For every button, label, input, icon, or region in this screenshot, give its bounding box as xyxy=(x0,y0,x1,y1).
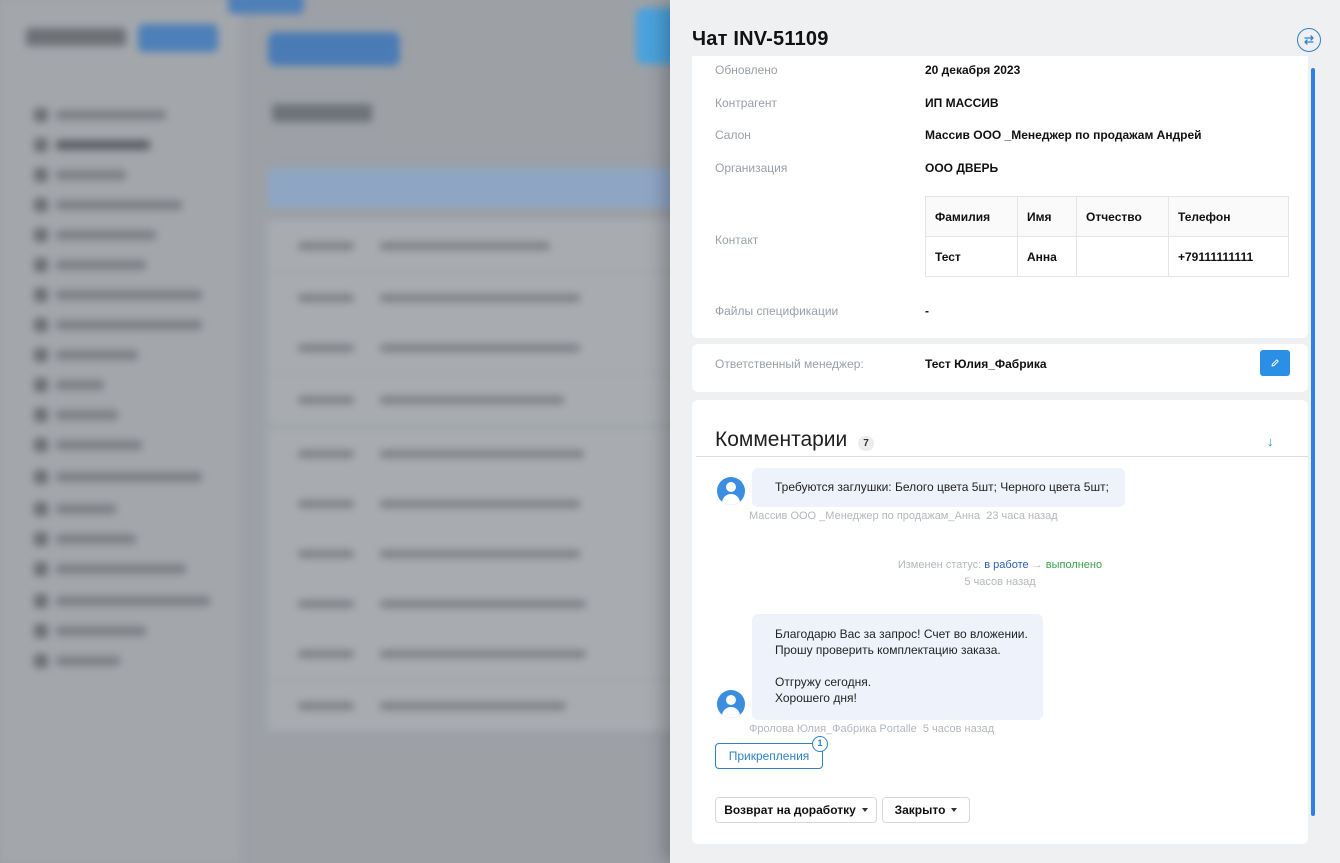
comment-time: 23 часа назад xyxy=(986,510,1058,522)
column-header: Фамилия xyxy=(925,196,1018,237)
return-for-revision-dropdown[interactable]: Возврат на доработку xyxy=(715,797,877,823)
scrollbar[interactable] xyxy=(1311,68,1315,816)
drawer-title: Чат INV-51109 xyxy=(692,28,829,50)
comment-line: Благодарю Вас за запрос! Счет во вложени… xyxy=(775,627,1028,641)
order-info-card: Обновлено 20 декабря 2023 Контрагент ИП … xyxy=(692,56,1308,338)
swap-icon[interactable] xyxy=(1297,28,1321,52)
comment-meta: Массив ООО _Менеджер по продажам_Анна 23… xyxy=(749,510,1058,522)
comment-text: Требуются заглушки: Белого цвета 5шт; Че… xyxy=(775,480,1109,494)
status-change: Изменен статус: в работе → выполнено xyxy=(692,559,1308,571)
arrow-right-icon: → xyxy=(1031,559,1043,571)
counterparty-label: Контрагент xyxy=(715,96,778,110)
caret-down-icon xyxy=(951,808,958,812)
status-change-prefix: Изменен статус: xyxy=(897,559,982,571)
edit-manager-button[interactable] xyxy=(1260,350,1290,376)
contact-patronymic xyxy=(1076,236,1169,277)
avatar xyxy=(717,477,745,505)
pencil-icon xyxy=(1271,359,1279,367)
contact-table: Фамилия Имя Отчество Телефон Тест Анна +… xyxy=(925,196,1289,277)
comment-line: Прошу проверить комплектацию заказа. xyxy=(775,643,1001,657)
column-header: Отчество xyxy=(1076,196,1169,237)
comment-bubble: Благодарю Вас за запрос! Счет во вложени… xyxy=(752,614,1043,720)
comments-card: Комментарии 7 ↓ Требуются заглушки: Бело… xyxy=(692,400,1308,844)
comment-time: 5 часов назад xyxy=(922,723,995,735)
manager-card: Ответственный менеджер: Тест Юлия_Фабрик… xyxy=(692,344,1308,392)
spec-files-value: - xyxy=(925,304,929,318)
contact-first-name: Анна xyxy=(1017,236,1077,277)
comment-author: Массив ООО _Менеджер по продажам_Анна xyxy=(749,510,981,522)
background-sidebar xyxy=(0,0,240,863)
attachments-button[interactable]: Прикрепления xyxy=(715,743,823,769)
background-create-button xyxy=(268,32,400,66)
table-row: Тест Анна +79111111111 xyxy=(925,236,1289,277)
contact-phone: +79111111111 xyxy=(1168,236,1289,277)
background-app-blurred xyxy=(0,0,670,863)
contact-last-name: Тест xyxy=(925,236,1018,277)
divider xyxy=(696,456,1308,457)
chat-drawer: Чат INV-51109 Обновлено 20 декабря 2023 … xyxy=(670,0,1340,863)
manager-value: Тест Юлия_Фабрика xyxy=(925,357,1047,371)
updated-label: Обновлено xyxy=(715,63,778,77)
status-to: выполнено xyxy=(1045,559,1103,571)
comment-line: Отгружу сегодня. xyxy=(775,675,872,689)
contact-table-header: Фамилия Имя Отчество Телефон xyxy=(925,196,1289,237)
counterparty-value: ИП МАССИВ xyxy=(925,96,999,110)
organization-value: ООО ДВЕРЬ xyxy=(925,161,999,175)
comments-count-badge: 7 xyxy=(858,436,874,451)
column-header: Телефон xyxy=(1168,196,1289,237)
comment-author: Фролова Юлия_Фабрика Portalle xyxy=(749,723,917,735)
attachments-count-badge: 1 xyxy=(812,736,828,752)
status-from: в работе xyxy=(984,559,1029,571)
comment-line: Хорошего дня! xyxy=(775,691,857,705)
organization-label: Организация xyxy=(715,161,788,175)
comment-bubble: Требуются заглушки: Белого цвета 5шт; Че… xyxy=(752,468,1125,507)
salon-label: Салон xyxy=(715,128,751,142)
manager-label: Ответственный менеджер: xyxy=(715,357,864,371)
updated-value: 20 декабря 2023 xyxy=(925,63,1021,77)
contact-label: Контакт xyxy=(715,233,759,247)
comment-meta: Фролова Юлия_Фабрика Portalle 5 часов на… xyxy=(749,723,994,735)
return-for-revision-label: Возврат на доработку xyxy=(724,803,856,817)
column-header: Имя xyxy=(1017,196,1077,237)
comment-line-blank xyxy=(775,658,1043,674)
spec-files-label: Файлы спецификации xyxy=(715,304,839,318)
avatar xyxy=(717,690,745,718)
salon-value: Массив ООО _Менеджер по продажам Андрей xyxy=(925,128,1202,142)
caret-down-icon xyxy=(861,808,868,812)
status-change-time: 5 часов назад xyxy=(964,576,1036,588)
status-closed-dropdown[interactable]: Закрыто xyxy=(882,797,970,823)
arrow-down-icon[interactable]: ↓ xyxy=(1267,434,1274,449)
comments-title: Комментарии xyxy=(715,428,848,451)
status-closed-label: Закрыто xyxy=(894,803,946,817)
